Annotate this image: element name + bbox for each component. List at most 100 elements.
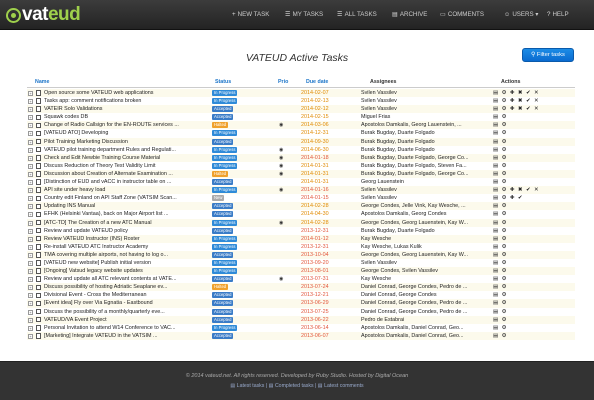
table-row[interactable]: + Review and update VATEUD policy Accepted… [27,226,575,235]
table-row[interactable]: + Change of Radio Callsign for the EN-ROU… [27,121,575,130]
nav-comments[interactable]: ▭ COMMENTS [440,0,484,30]
row-actions-icons[interactable]: ▤ ⚙ ✚ ✔ [493,194,523,202]
task-name[interactable]: Updating INS Manual [44,202,212,210]
task-name[interactable]: Discuss possibility of hosting Adriatic … [44,283,212,291]
table-row[interactable]: + VATEUD pilot training department Rules … [27,145,575,154]
table-row[interactable]: + Review VATEUD Instructor (INS) Roster In… [27,234,575,243]
nav-archive[interactable]: ▤ ARCHIVE [392,0,427,30]
task-name[interactable]: Pilot Training Marketing Discussion [44,138,212,146]
expand-icon[interactable]: + [28,301,33,307]
table-row[interactable]: + [Ongoing] Vatsud legacy website updates… [27,267,575,276]
expand-icon[interactable]: + [28,131,33,137]
row-actions-icons[interactable]: ▤ ⚙ ✚ ✖ ✔ ✕ [493,105,539,113]
table-row[interactable]: + Discussion about Creation of Alternate … [27,169,575,179]
expand-icon[interactable]: + [28,115,33,121]
task-name[interactable]: [Event idea] Fly over Via Egnatia - East… [44,299,212,307]
table-row[interactable]: + [Marketing] Integrate VATEUD in the VAT… [27,331,575,340]
table-row[interactable]: + EFHK (Helsinki Vantaa), back on Major A… [27,210,575,219]
table-row[interactable]: + Discuss Reduction of Theory Test Validi… [27,161,575,170]
row-actions-icons[interactable]: ▤ ⚙ [493,251,507,259]
expand-icon[interactable]: + [28,139,33,145]
expand-icon[interactable]: + [28,277,33,283]
task-name[interactable]: Divisional Event - Cross the Mediterrane… [44,291,212,299]
column-header-name[interactable]: Name [35,79,49,85]
task-name[interactable]: Squawk codes DB [44,113,212,121]
expand-icon[interactable]: + [28,309,33,315]
column-header-prio[interactable]: Prio [278,79,288,85]
expand-icon[interactable]: + [28,333,33,339]
column-header-due-date[interactable]: Due date [306,79,328,85]
expand-icon[interactable]: + [28,180,33,186]
task-name[interactable]: TMA covering multiple airports, not havi… [44,251,212,259]
expand-icon[interactable]: + [28,260,33,266]
row-actions-icons[interactable]: ▤ ⚙ [493,324,507,332]
table-row[interactable]: + API site under heavy load In Progress ◉ 20… [27,186,575,195]
task-name[interactable]: Review and update VATEUD policy [44,227,212,235]
expand-icon[interactable]: + [28,147,33,153]
task-name[interactable]: [Ongoing] Vatsud legacy website updates [44,267,212,275]
expand-icon[interactable]: + [28,220,33,226]
expand-icon[interactable]: + [28,99,33,105]
table-row[interactable]: + [Distinction of EUD and vACC in instruc… [27,178,575,187]
row-actions-icons[interactable]: ▤ ⚙ [493,275,507,283]
footer-links[interactable]: ▤ Latest tasks | ▤ Completed tasks | ▤ L… [0,383,594,389]
expand-icon[interactable]: + [28,107,33,113]
expand-icon[interactable]: + [28,269,33,275]
task-name[interactable]: Check and Edit Newbie Training Course Ma… [44,154,212,162]
task-name[interactable]: EFHK (Helsinki Vantaa), back on Major Ai… [44,210,212,218]
table-row[interactable]: + VATEIR Solo Validations Accepted 2014-02-… [27,105,575,114]
row-actions-icons[interactable]: ▤ ⚙ [493,332,507,340]
expand-icon[interactable]: + [28,317,33,323]
row-actions-icons[interactable]: ▤ ⚙ [493,113,507,121]
task-name[interactable]: Personal Invitation to attend W14 Confer… [44,324,212,332]
task-name[interactable]: Review VATEUD Instructor (INS) Roster [44,235,212,243]
expand-icon[interactable]: + [28,196,33,202]
task-name[interactable]: Review and update all ATC relevant conte… [44,275,212,283]
task-name[interactable]: VATEUD/VA Event Project [44,316,212,324]
table-row[interactable]: + [ATC-TD] The Creation of a new ATC Manu… [27,218,575,227]
row-actions-icons[interactable]: ▤ ⚙ [493,178,507,186]
row-actions-icons[interactable]: ▤ ⚙ [493,283,507,291]
row-actions-icons[interactable]: ▤ ⚙ ✚ ✖ ✔ ✕ [493,186,539,194]
task-name[interactable]: Re-install VATEUD ATC Instructor Academy [44,243,212,251]
task-name[interactable]: [VATEUD new website] Publish initial ver… [44,259,212,267]
table-row[interactable]: + Country edit Finland on API Staff Zone … [27,194,575,203]
table-row[interactable]: + Divisional Event - Cross the Mediterran… [27,291,575,300]
row-actions-icons[interactable]: ▤ ⚙ [493,202,507,210]
expand-icon[interactable]: + [28,163,33,169]
expand-icon[interactable]: + [28,155,33,161]
nav-new-task[interactable]: + NEW TASK [232,0,269,30]
nav-users[interactable]: ☺ USERS ▾ [504,0,539,30]
column-header-status[interactable]: Status [215,79,231,85]
expand-icon[interactable]: + [28,91,33,96]
vateud-logo[interactable]: vateud [6,2,81,28]
row-actions-icons[interactable]: ▤ ⚙ [493,299,507,307]
row-actions-icons[interactable]: ▤ ⚙ [493,267,507,275]
expand-icon[interactable]: + [28,285,33,291]
expand-icon[interactable]: + [28,244,33,250]
row-actions-icons[interactable]: ▤ ⚙ [493,146,507,154]
expand-icon[interactable]: + [28,204,33,210]
task-name[interactable]: Discuss the possibility of a monthly/qua… [44,308,212,316]
expand-icon[interactable]: + [28,228,33,234]
table-row[interactable]: + Personal Invitation to attend W14 Confe… [27,323,575,332]
row-actions-icons[interactable]: ▤ ⚙ [493,235,507,243]
task-name[interactable]: API site under heavy load [44,186,212,194]
row-actions-icons[interactable]: ▤ ⚙ [493,243,507,251]
task-name[interactable]: Country edit Finland on API Staff Zone (… [44,194,212,202]
row-actions-icons[interactable]: ▤ ⚙ [493,219,507,227]
task-name[interactable]: Discuss Reduction of Theory Test Validit… [44,162,212,170]
task-name[interactable]: Tasks app: comment notifications broken [44,97,212,105]
nav-my-tasks[interactable]: ☰ MY TASKS [285,0,323,30]
table-row[interactable]: + Re-install VATEUD ATC Instructor Academ… [27,242,575,251]
expand-icon[interactable]: + [28,236,33,242]
filter-tasks-button[interactable]: ⚲ Filter tasks [522,48,574,62]
nav-help[interactable]: ? HELP [547,0,569,30]
expand-icon[interactable]: + [28,188,33,194]
row-actions-icons[interactable]: ▤ ⚙ [493,308,507,316]
row-actions-icons[interactable]: ▤ ⚙ [493,121,507,129]
table-row[interactable]: + [Event idea] Fly over Via Egnatia - Eas… [27,299,575,308]
task-name[interactable]: [ATC-TD] The Creation of a new ATC Manua… [44,219,212,227]
task-name[interactable]: [Distinction of EUD and vACC in instruct… [44,178,212,186]
row-actions-icons[interactable]: ▤ ⚙ [493,227,507,235]
